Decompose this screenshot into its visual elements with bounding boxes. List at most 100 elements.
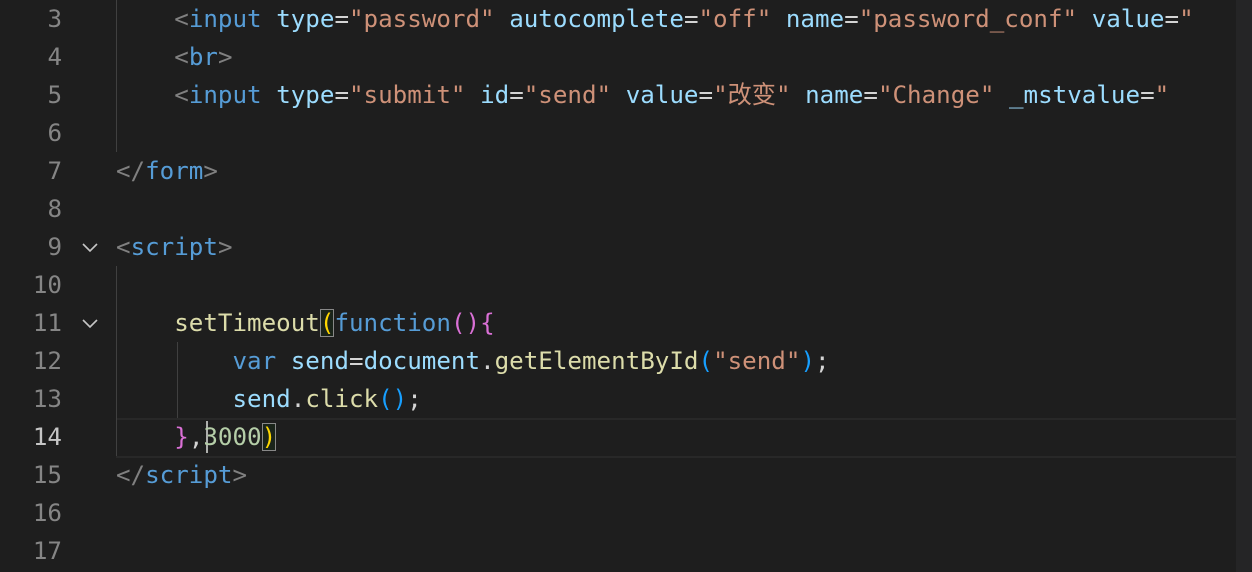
code-token: "password_conf": [858, 5, 1078, 33]
code-line[interactable]: 15 </script>: [0, 456, 1236, 494]
code-token: =: [349, 347, 364, 375]
code-token: ,: [188, 423, 204, 451]
code-token: "send": [713, 347, 801, 375]
code-token: script: [130, 233, 218, 261]
code-token: <: [174, 81, 189, 109]
bracket-match-highlight: (: [319, 309, 335, 337]
code-token: script: [145, 461, 233, 489]
code-token: ): [800, 347, 815, 375]
line-number: 11: [32, 309, 62, 337]
code-line[interactable]: 3 <input type="password" autocomplete="o…: [0, 0, 1236, 38]
line-number: 9: [47, 233, 62, 261]
code-token: >: [232, 461, 248, 489]
code-text: <input type="submit" id="send" value="改变…: [116, 76, 1169, 114]
code-token: ": [1179, 5, 1194, 33]
code-token: =: [1140, 81, 1155, 109]
code-line[interactable]: 5 <input type="submit" id="send" value="…: [0, 76, 1236, 114]
code-token: }: [174, 423, 189, 451]
code-token: =: [1164, 5, 1180, 33]
line-number: 10: [32, 271, 62, 299]
code-token: type: [276, 81, 335, 109]
code-line[interactable]: 8: [0, 190, 1236, 228]
code-text: },3000): [116, 418, 277, 456]
code-line[interactable]: 6: [0, 114, 1236, 152]
code-token: =: [509, 81, 524, 109]
chevron-down-icon[interactable]: [80, 314, 100, 334]
code-token: "Change": [877, 81, 995, 109]
code-token: =: [863, 81, 878, 109]
code-token: =: [334, 5, 349, 33]
code-token: "send": [523, 81, 612, 109]
code-line[interactable]: 10: [0, 266, 1236, 304]
code-line[interactable]: 9 <script>: [0, 228, 1236, 266]
code-token: "off": [698, 5, 772, 33]
code-token: name: [785, 5, 845, 33]
code-token: >: [217, 233, 233, 261]
code-line[interactable]: 17: [0, 532, 1236, 570]
line-number: 13: [32, 385, 62, 413]
code-token: ;: [815, 347, 830, 375]
code-token: =: [698, 81, 714, 109]
code-text: </script>: [116, 456, 247, 494]
code-token: name: [805, 81, 864, 109]
code-editor[interactable]: 3 <input type="password" autocomplete="o…: [0, 0, 1236, 572]
code-text: </form>: [116, 152, 218, 190]
code-token: id: [480, 81, 510, 109]
code-token: 3000: [203, 423, 262, 451]
code-line[interactable]: 11 setTimeout(function(){: [0, 304, 1236, 342]
line-number: 5: [47, 81, 62, 109]
code-token: _mstvalue: [1009, 81, 1141, 109]
code-token: document: [363, 347, 481, 375]
line-number: 8: [47, 195, 62, 223]
line-number: 15: [32, 461, 62, 489]
code-text: <input type="password" autocomplete="off…: [116, 0, 1194, 38]
line-number: 12: [32, 347, 62, 375]
code-token: >: [203, 157, 218, 185]
vertical-scrollbar[interactable]: [1236, 0, 1252, 572]
code-token: value: [625, 81, 699, 109]
code-line[interactable]: 14 },3000): [0, 418, 1236, 456]
code-token: </: [116, 461, 146, 489]
code-line[interactable]: 13 send.click();: [0, 380, 1236, 418]
code-token: function: [334, 309, 451, 337]
code-token: autocomplete: [509, 5, 684, 33]
code-token: </: [116, 157, 146, 185]
code-token: (): [378, 385, 408, 413]
chevron-down-icon[interactable]: [80, 238, 100, 258]
code-line[interactable]: 16: [0, 494, 1236, 532]
code-line[interactable]: 4 <br>: [0, 38, 1236, 76]
line-number: 3: [47, 5, 62, 33]
line-number: 16: [32, 499, 62, 527]
code-text: send.click();: [116, 380, 422, 418]
code-token: =: [844, 5, 859, 33]
code-token: (: [698, 347, 714, 375]
code-token: value: [1091, 5, 1165, 33]
code-token: ": [1154, 81, 1170, 109]
code-line[interactable]: 7 </form>: [0, 152, 1236, 190]
code-token: {: [480, 309, 495, 337]
code-text: <script>: [116, 228, 233, 266]
code-token: type: [276, 5, 335, 33]
code-text: setTimeout(function(){: [116, 304, 495, 342]
line-number: 14: [32, 423, 62, 451]
code-token: br: [188, 43, 218, 71]
code-token: .: [480, 347, 495, 375]
code-line[interactable]: 12 var send=document.getElementById("sen…: [0, 342, 1236, 380]
line-number: 6: [47, 119, 62, 147]
code-token: "password": [349, 5, 495, 33]
line-number: 7: [47, 157, 62, 185]
